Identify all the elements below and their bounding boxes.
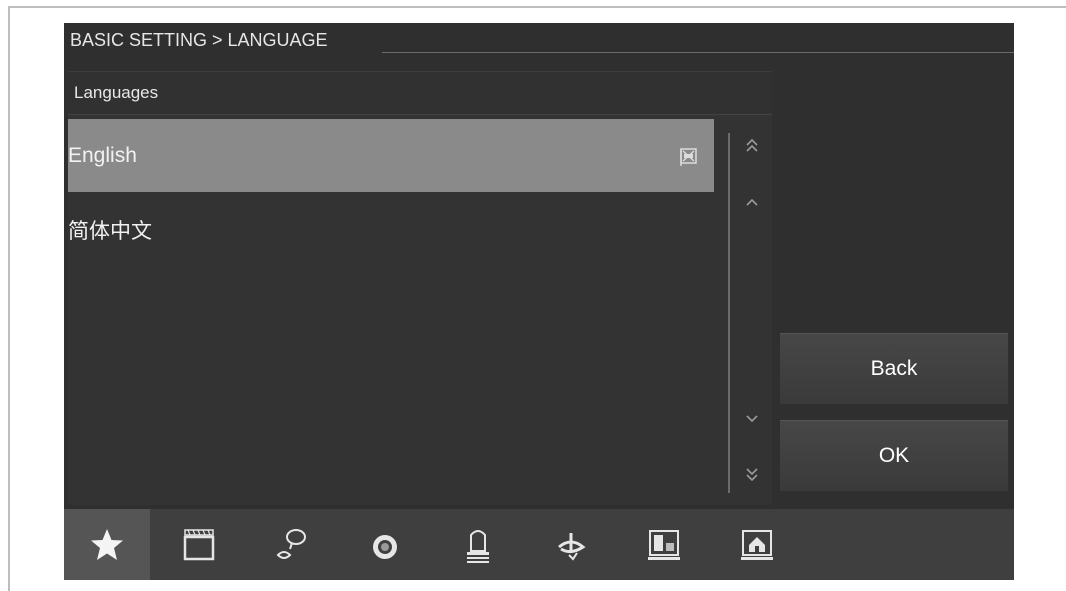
scroll-top-icon[interactable]: [740, 134, 764, 158]
scrollbar-track[interactable]: [728, 133, 730, 493]
title-divider: [382, 52, 1014, 53]
toolbar-rotate[interactable]: [528, 509, 614, 580]
home-icon: [741, 530, 773, 560]
clapperboard-icon: [183, 529, 215, 561]
toolbar-scenes[interactable]: [156, 509, 242, 580]
scroll-up-icon[interactable]: [740, 191, 764, 215]
toolbar-camera[interactable]: [342, 509, 428, 580]
toolbar-home[interactable]: [714, 509, 800, 580]
camera-lens-icon: [373, 535, 397, 559]
bottom-toolbar: [64, 509, 1014, 580]
toolbar-favorites[interactable]: [64, 509, 150, 580]
language-item-english[interactable]: English: [68, 119, 714, 192]
language-item-label: 简体中文: [68, 220, 152, 243]
ok-button[interactable]: OK: [780, 420, 1008, 491]
back-button[interactable]: Back: [780, 333, 1008, 404]
flag-icon: [680, 148, 697, 166]
speech-bubble-icon: [276, 529, 306, 559]
title-bar: BASIC SETTING > LANGUAGE: [64, 23, 1014, 57]
star-icon: [91, 529, 123, 560]
device-screen: BASIC SETTING > LANGUAGE Languages Engli…: [64, 23, 1014, 580]
language-item-label: English: [68, 144, 137, 167]
scroll-bottom-icon[interactable]: [740, 462, 764, 486]
list-header: Languages: [68, 71, 772, 115]
rotate-arrow-icon: [558, 533, 586, 561]
building-icon: [648, 530, 680, 560]
toolbar-building[interactable]: [621, 509, 707, 580]
scroll-down-icon[interactable]: [740, 406, 764, 430]
frame-left-border: [8, 6, 10, 591]
toolbar-intercom[interactable]: [249, 509, 335, 580]
frame-top-border: [8, 6, 1066, 8]
alarm-light-icon: [467, 530, 489, 563]
page-title: BASIC SETTING > LANGUAGE: [70, 30, 328, 50]
language-item-chinese[interactable]: 简体中文: [68, 197, 714, 267]
list-header-label: Languages: [74, 83, 159, 102]
toolbar-alarm[interactable]: [435, 509, 521, 580]
